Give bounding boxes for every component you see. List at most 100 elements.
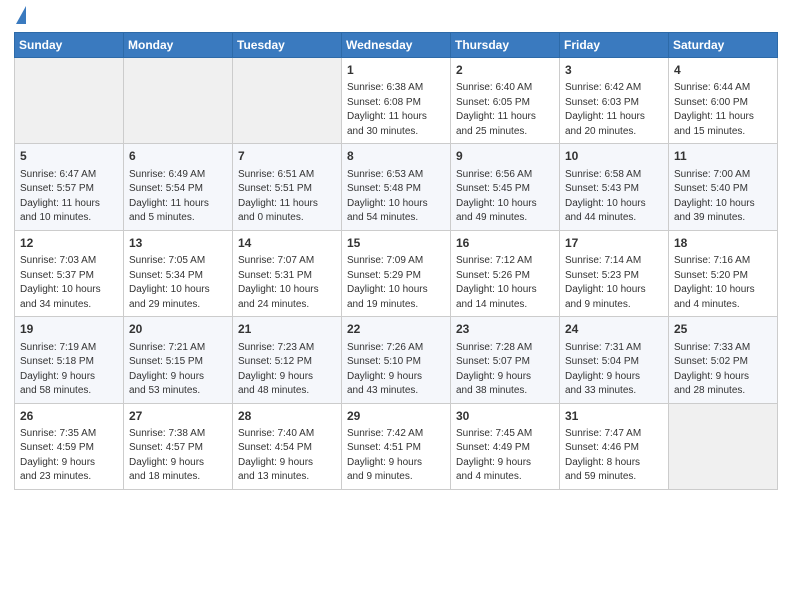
day-info: Sunrise: 6:56 AMSunset: 5:45 PMDaylight:… [456,169,537,224]
calendar-cell: 27 Sunrise: 7:38 AMSunset: 4:57 PMDayligh… [124,403,233,489]
calendar-cell: 1Sunrise: 6:38 AMSunset: 6:08 PMDaylight… [342,58,451,144]
day-number: 9 [456,148,554,165]
day-info: Sunrise: 7:31 AMSunset: 5:04 PMDaylight:… [565,342,641,397]
calendar-cell: 5 Sunrise: 6:47 AMSunset: 5:57 PMDaylight… [15,144,124,230]
day-number: 13 [129,235,227,252]
day-info: Sunrise: 6:47 AMSunset: 5:57 PMDaylight:… [20,169,100,224]
day-number: 11 [674,148,772,165]
day-info: Sunrise: 7:35 AMSunset: 4:59 PMDaylight:… [20,428,96,483]
day-number: 10 [565,148,663,165]
weekday-header-monday: Monday [124,33,233,58]
day-info: Sunrise: 7:40 AMSunset: 4:54 PMDaylight:… [238,428,314,483]
week-row-2: 12Sunrise: 7:03 AMSunset: 5:37 PMDayligh… [15,230,778,316]
day-info: Sunrise: 6:53 AMSunset: 5:48 PMDaylight:… [347,169,428,224]
weekday-header-thursday: Thursday [451,33,560,58]
calendar-cell: 15 Sunrise: 7:09 AMSunset: 5:29 PMDayligh… [342,230,451,316]
day-info: Sunrise: 7:21 AMSunset: 5:15 PMDaylight:… [129,342,205,397]
day-number: 6 [129,148,227,165]
calendar-cell: 18 Sunrise: 7:16 AMSunset: 5:20 PMDayligh… [669,230,778,316]
day-number: 7 [238,148,336,165]
day-number: 24 [565,321,663,338]
day-info: Sunrise: 7:26 AMSunset: 5:10 PMDaylight:… [347,342,423,397]
calendar-cell: 8 Sunrise: 6:53 AMSunset: 5:48 PMDaylight… [342,144,451,230]
day-number: 15 [347,235,445,252]
logo-triangle-icon [16,6,26,24]
calendar-cell: 30 Sunrise: 7:45 AMSunset: 4:49 PMDayligh… [451,403,560,489]
day-info: Sunrise: 7:07 AMSunset: 5:31 PMDaylight:… [238,255,319,310]
calendar-cell: 20 Sunrise: 7:21 AMSunset: 5:15 PMDayligh… [124,317,233,403]
calendar-cell: 12Sunrise: 7:03 AMSunset: 5:37 PMDayligh… [15,230,124,316]
week-row-3: 19 Sunrise: 7:19 AMSunset: 5:18 PMDayligh… [15,317,778,403]
day-number: 17 [565,235,663,252]
calendar-cell [124,58,233,144]
day-number: 26 [20,408,118,425]
calendar-cell: 11 Sunrise: 7:00 AMSunset: 5:40 PMDayligh… [669,144,778,230]
header [14,10,778,24]
day-info: Sunrise: 7:14 AMSunset: 5:23 PMDaylight:… [565,255,646,310]
calendar-cell: 26 Sunrise: 7:35 AMSunset: 4:59 PMDayligh… [15,403,124,489]
week-row-0: 1Sunrise: 6:38 AMSunset: 6:08 PMDaylight… [15,58,778,144]
calendar-cell: 17 Sunrise: 7:14 AMSunset: 5:23 PMDayligh… [560,230,669,316]
day-number: 22 [347,321,445,338]
day-info: Sunrise: 7:38 AMSunset: 4:57 PMDaylight:… [129,428,205,483]
week-row-4: 26 Sunrise: 7:35 AMSunset: 4:59 PMDayligh… [15,403,778,489]
day-info: Sunrise: 7:12 AMSunset: 5:26 PMDaylight:… [456,255,537,310]
calendar-cell: 7 Sunrise: 6:51 AMSunset: 5:51 PMDaylight… [233,144,342,230]
day-number: 20 [129,321,227,338]
day-number: 18 [674,235,772,252]
calendar-cell: 10 Sunrise: 6:58 AMSunset: 5:43 PMDayligh… [560,144,669,230]
day-number: 12 [20,235,118,252]
day-info: Sunrise: 7:09 AMSunset: 5:29 PMDaylight:… [347,255,428,310]
day-number: 14 [238,235,336,252]
day-number: 19 [20,321,118,338]
day-info: Sunrise: 7:00 AMSunset: 5:40 PMDaylight:… [674,169,755,224]
calendar-table: SundayMondayTuesdayWednesdayThursdayFrid… [14,32,778,490]
day-number: 8 [347,148,445,165]
day-number: 28 [238,408,336,425]
calendar-cell: 24 Sunrise: 7:31 AMSunset: 5:04 PMDayligh… [560,317,669,403]
day-number: 3 [565,62,663,79]
calendar-cell: 19 Sunrise: 7:19 AMSunset: 5:18 PMDayligh… [15,317,124,403]
calendar-cell: 14 Sunrise: 7:07 AMSunset: 5:31 PMDayligh… [233,230,342,316]
calendar-cell: 16Sunrise: 7:12 AMSunset: 5:26 PMDayligh… [451,230,560,316]
weekday-header-wednesday: Wednesday [342,33,451,58]
day-info: Sunrise: 6:42 AMSunset: 6:03 PMDaylight:… [565,82,645,137]
calendar-cell: 6 Sunrise: 6:49 AMSunset: 5:54 PMDaylight… [124,144,233,230]
day-number: 5 [20,148,118,165]
calendar-cell [15,58,124,144]
day-number: 30 [456,408,554,425]
weekday-header-sunday: Sunday [15,33,124,58]
calendar-container: SundayMondayTuesdayWednesdayThursdayFrid… [0,0,792,500]
day-number: 27 [129,408,227,425]
day-info: Sunrise: 6:40 AMSunset: 6:05 PMDaylight:… [456,82,536,137]
day-number: 4 [674,62,772,79]
day-info: Sunrise: 6:44 AMSunset: 6:00 PMDaylight:… [674,82,754,137]
calendar-cell: 25Sunrise: 7:33 AMSunset: 5:02 PMDayligh… [669,317,778,403]
day-info: Sunrise: 7:19 AMSunset: 5:18 PMDaylight:… [20,342,96,397]
calendar-cell: 22 Sunrise: 7:26 AMSunset: 5:10 PMDayligh… [342,317,451,403]
weekday-header-row: SundayMondayTuesdayWednesdayThursdayFrid… [15,33,778,58]
calendar-cell: 23 Sunrise: 7:28 AMSunset: 5:07 PMDayligh… [451,317,560,403]
day-info: Sunrise: 7:05 AMSunset: 5:34 PMDaylight:… [129,255,210,310]
calendar-cell: 2Sunrise: 6:40 AMSunset: 6:05 PMDaylight… [451,58,560,144]
day-info: Sunrise: 6:58 AMSunset: 5:43 PMDaylight:… [565,169,646,224]
logo [14,10,26,24]
day-number: 23 [456,321,554,338]
calendar-cell [233,58,342,144]
day-number: 1 [347,62,445,79]
day-info: Sunrise: 7:16 AMSunset: 5:20 PMDaylight:… [674,255,755,310]
calendar-cell: 4 Sunrise: 6:44 AMSunset: 6:00 PMDaylight… [669,58,778,144]
day-info: Sunrise: 7:45 AMSunset: 4:49 PMDaylight:… [456,428,532,483]
calendar-cell: 29Sunrise: 7:42 AMSunset: 4:51 PMDayligh… [342,403,451,489]
day-info: Sunrise: 7:47 AMSunset: 4:46 PMDaylight:… [565,428,641,483]
week-row-1: 5 Sunrise: 6:47 AMSunset: 5:57 PMDaylight… [15,144,778,230]
day-number: 25 [674,321,772,338]
day-info: Sunrise: 6:49 AMSunset: 5:54 PMDaylight:… [129,169,209,224]
day-number: 31 [565,408,663,425]
day-number: 29 [347,408,445,425]
day-info: Sunrise: 6:51 AMSunset: 5:51 PMDaylight:… [238,169,318,224]
calendar-cell: 3 Sunrise: 6:42 AMSunset: 6:03 PMDaylight… [560,58,669,144]
calendar-cell: 31 Sunrise: 7:47 AMSunset: 4:46 PMDayligh… [560,403,669,489]
day-info: Sunrise: 7:28 AMSunset: 5:07 PMDaylight:… [456,342,532,397]
day-info: Sunrise: 7:23 AMSunset: 5:12 PMDaylight:… [238,342,314,397]
